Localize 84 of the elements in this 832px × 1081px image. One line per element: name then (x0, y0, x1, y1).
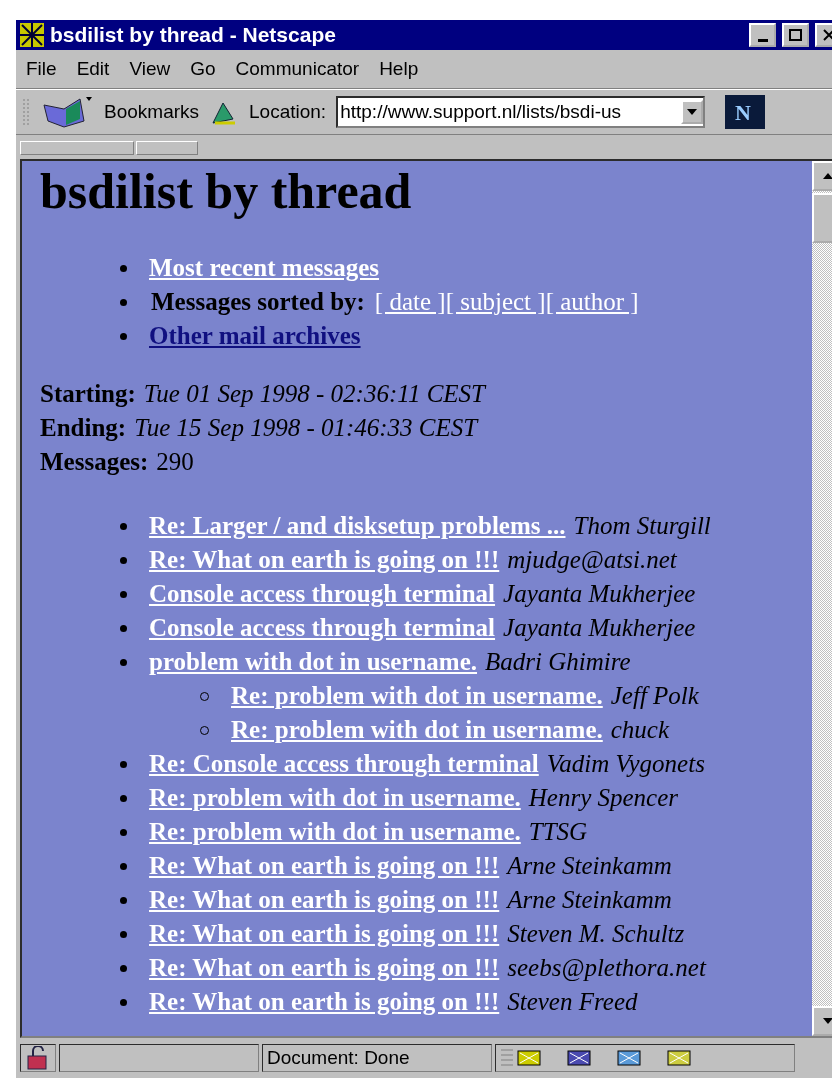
page-heading: bsdilist by thread (40, 162, 413, 221)
menu-item[interactable]: Edit (76, 58, 110, 80)
bullet-icon (120, 760, 127, 768)
up-arrow-icon (823, 173, 832, 179)
author-name: Thom Sturgill (573, 511, 711, 541)
window-title: bsdilist by thread - Netscape (50, 23, 337, 47)
menu-item[interactable]: Go (190, 58, 216, 80)
info-value: Tue 01 Sep 1998 - 02:36:11 CEST (143, 379, 485, 409)
thread-link[interactable]: Console access through terminal (149, 577, 496, 611)
author-name: Arne Steinkamm (507, 851, 672, 881)
sort-link[interactable]: [ author ] (545, 285, 639, 319)
info-label: Messages: (40, 447, 149, 477)
author-name: Arne Steinkamm (507, 885, 672, 915)
bullet-icon (120, 964, 127, 972)
menu-item[interactable]: File (26, 58, 57, 80)
bullet-icon (120, 522, 127, 530)
location-label: Location: (249, 101, 327, 123)
author-name: seebs@plethora.net (507, 953, 706, 983)
bullet-icon (120, 624, 127, 632)
menu-item[interactable]: Help (379, 58, 419, 80)
author-name: Jeff Polk (610, 681, 699, 711)
author-name: Steven Freed (507, 987, 638, 1017)
bullet-icon (120, 862, 127, 870)
info-label: Starting: (40, 379, 136, 409)
status-text: Document: Done (267, 1047, 410, 1069)
thread-link[interactable]: problem with dot in username. (149, 645, 478, 679)
thread-link[interactable]: Re: What on earth is going on !!! (149, 917, 500, 951)
dropdown-arrow-icon[interactable] (687, 109, 698, 115)
thread-link[interactable]: Re: Larger / and disksetup problems ... (149, 509, 566, 543)
thread-link[interactable]: Re: problem with dot in username. (231, 679, 603, 713)
author-name: Henry Spencer (528, 783, 678, 813)
bullet-icon (120, 828, 127, 836)
author-name: mjudge@atsi.net (507, 545, 677, 575)
author-name: Steven M. Schultz (507, 919, 685, 949)
maximize-button[interactable] (782, 23, 809, 47)
sort-label: Messages sorted by: (151, 287, 365, 317)
info-value: 290 (156, 447, 194, 477)
bullet-icon (120, 332, 127, 340)
bullet-icon (120, 930, 127, 938)
author-name: Badri Ghimire (485, 647, 631, 677)
bullet-icon (120, 896, 127, 904)
close-icon (822, 29, 832, 41)
bullet-icon (120, 556, 127, 564)
info-label: Ending: (40, 413, 127, 443)
thread-link[interactable]: Console access through terminal (149, 611, 496, 645)
bullet-icon (120, 794, 127, 802)
grip-icon (22, 97, 30, 127)
nav-link[interactable]: Other mail archives (149, 319, 361, 353)
thread-link[interactable]: Re: problem with dot in username. (231, 713, 603, 747)
menu-item[interactable]: View (129, 58, 171, 80)
location-field[interactable]: http://www.support.nl/lists/bsdi-us (336, 96, 706, 128)
bullet-icon (120, 264, 127, 272)
nav-link[interactable]: Most recent messages (149, 251, 380, 285)
minimize-icon (757, 38, 768, 42)
thread-link[interactable]: Re: What on earth is going on !!! (149, 883, 500, 917)
down-arrow-icon (823, 1018, 832, 1024)
netscape-logo-icon (20, 23, 44, 47)
author-name: TTSG (528, 817, 588, 847)
author-name: Jayanta Mukherjee (503, 579, 696, 609)
thread-link[interactable]: Re: What on earth is going on !!! (149, 951, 500, 985)
toolbar-tab[interactable] (136, 141, 198, 155)
sort-link[interactable]: [ date ] (374, 285, 446, 319)
thread-link[interactable]: Re: What on earth is going on !!! (149, 543, 500, 577)
minimize-button[interactable] (749, 23, 776, 47)
maximize-icon (788, 29, 803, 41)
toolbar-tab[interactable] (20, 141, 134, 155)
thread-link[interactable]: Re: problem with dot in username. (149, 815, 521, 849)
bookmarks-label[interactable]: Bookmarks (104, 101, 200, 123)
sort-link[interactable]: [ subject ] (445, 285, 546, 319)
bullet-icon (120, 658, 127, 666)
bullet-icon (120, 298, 127, 306)
thread-link[interactable]: Re: problem with dot in username. (149, 781, 521, 815)
author-name: chuck (610, 715, 670, 745)
thread-link[interactable]: Re: Console access through terminal (149, 747, 539, 781)
netscape-n-icon[interactable]: N (725, 95, 766, 129)
author-name: Jayanta Mukherjee (503, 613, 696, 643)
bullet-icon (120, 590, 127, 598)
author-name: Vadim Vygonets (546, 749, 705, 779)
info-value: Tue 15 Sep 1998 - 01:46:33 CEST (134, 413, 478, 443)
thread-link[interactable]: Re: What on earth is going on !!! (149, 985, 500, 1019)
menu-item[interactable]: Communicator (235, 58, 360, 80)
thread-link[interactable]: Re: What on earth is going on !!! (149, 849, 500, 883)
bookmarks-icon[interactable] (40, 95, 94, 129)
bullet-icon (120, 998, 127, 1006)
